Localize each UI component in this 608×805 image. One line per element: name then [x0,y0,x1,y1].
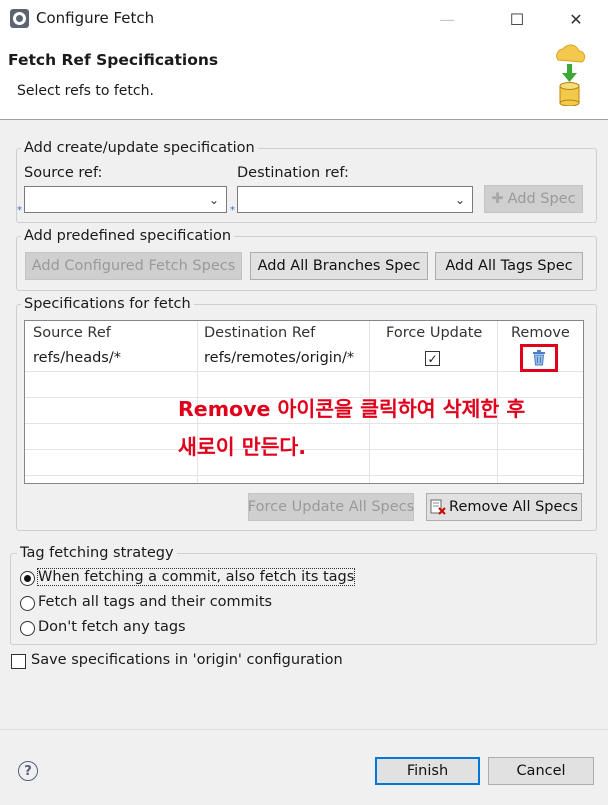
predefined-spec-legend: Add predefined specification [24,228,232,244]
chevron-down-icon: ⌄ [208,193,219,207]
save-spec-checkbox[interactable] [11,654,26,669]
destination-ref-combo[interactable]: ⌄ [237,186,473,213]
radio-label-fetch-commit-tags[interactable]: When fetching a commit, also fetch its t… [36,568,356,586]
column-header-destination[interactable]: Destination Ref [204,325,315,341]
radio-label-fetch-all-tags[interactable]: Fetch all tags and their commits [38,594,272,610]
close-button[interactable]: ✕ [553,0,599,38]
remove-all-icon [430,499,446,515]
row-divider [25,371,583,372]
add-spec-label: Add Spec [507,191,576,207]
annotation-line-1: Remove 아이콘을 클릭하여 삭제한 후 [178,397,526,421]
plus-icon: ✚ [491,191,504,207]
column-header-remove[interactable]: Remove [511,325,570,341]
page-subtitle: Select refs to fetch. [17,83,154,99]
column-header-source[interactable]: Source Ref [33,325,111,341]
page-title: Fetch Ref Specifications [8,51,219,69]
row-destination-ref: refs/remotes/origin/* [204,350,355,366]
title-bar: Configure Fetch — ☐ ✕ [0,0,608,38]
window-title: Configure Fetch [36,9,155,27]
force-update-all-specs-button[interactable]: Force Update All Specs [248,493,414,521]
maximize-button[interactable]: ☐ [494,0,540,38]
trash-icon [533,350,545,366]
remove-all-specs-button[interactable]: Remove All Specs [426,493,582,521]
eclipse-app-icon [10,9,29,28]
add-configured-fetch-specs-button[interactable]: Add Configured Fetch Specs [25,252,242,280]
destination-ref-label: Destination ref: [237,165,349,181]
required-marker: * [17,205,22,216]
add-spec-button[interactable]: ✚ Add Spec [484,185,583,213]
row-source-ref: refs/heads/* [33,350,121,366]
tag-strategy-legend: Tag fetching strategy [20,545,174,561]
radio-fetch-commit-tags[interactable] [20,571,35,586]
source-ref-combo[interactable]: ⌄ [24,186,227,213]
radio-fetch-all-tags[interactable] [20,596,35,611]
finish-button[interactable]: Finish [375,757,480,785]
add-all-tags-spec-button[interactable]: Add All Tags Spec [435,252,583,280]
create-spec-legend: Add create/update specification [24,140,255,156]
footer-divider [0,729,608,730]
radio-label-no-tags[interactable]: Don't fetch any tags [38,619,186,635]
specs-legend: Specifications for fetch [24,296,191,312]
remove-all-specs-label: Remove All Specs [449,499,578,515]
help-icon[interactable]: ? [18,761,38,781]
wizard-header: Fetch Ref Specifications Select refs to … [0,38,608,120]
chevron-down-icon: ⌄ [454,193,465,207]
annotation-line-2: 새로이 만든다. [178,435,307,459]
column-header-force-update[interactable]: Force Update [386,325,482,341]
minimize-button[interactable]: — [424,0,470,38]
radio-no-tags[interactable] [20,621,35,636]
force-update-checkbox[interactable]: ✓ [425,351,440,366]
cloud-fetch-database-icon [556,44,586,106]
source-ref-label: Source ref: [24,165,103,181]
add-all-branches-spec-button[interactable]: Add All Branches Spec [250,252,428,280]
row-divider [25,475,583,476]
required-marker: * [230,205,235,216]
remove-row-button[interactable] [520,344,558,372]
save-spec-label[interactable]: Save specifications in 'origin' configur… [31,652,343,668]
cancel-button[interactable]: Cancel [488,757,594,785]
